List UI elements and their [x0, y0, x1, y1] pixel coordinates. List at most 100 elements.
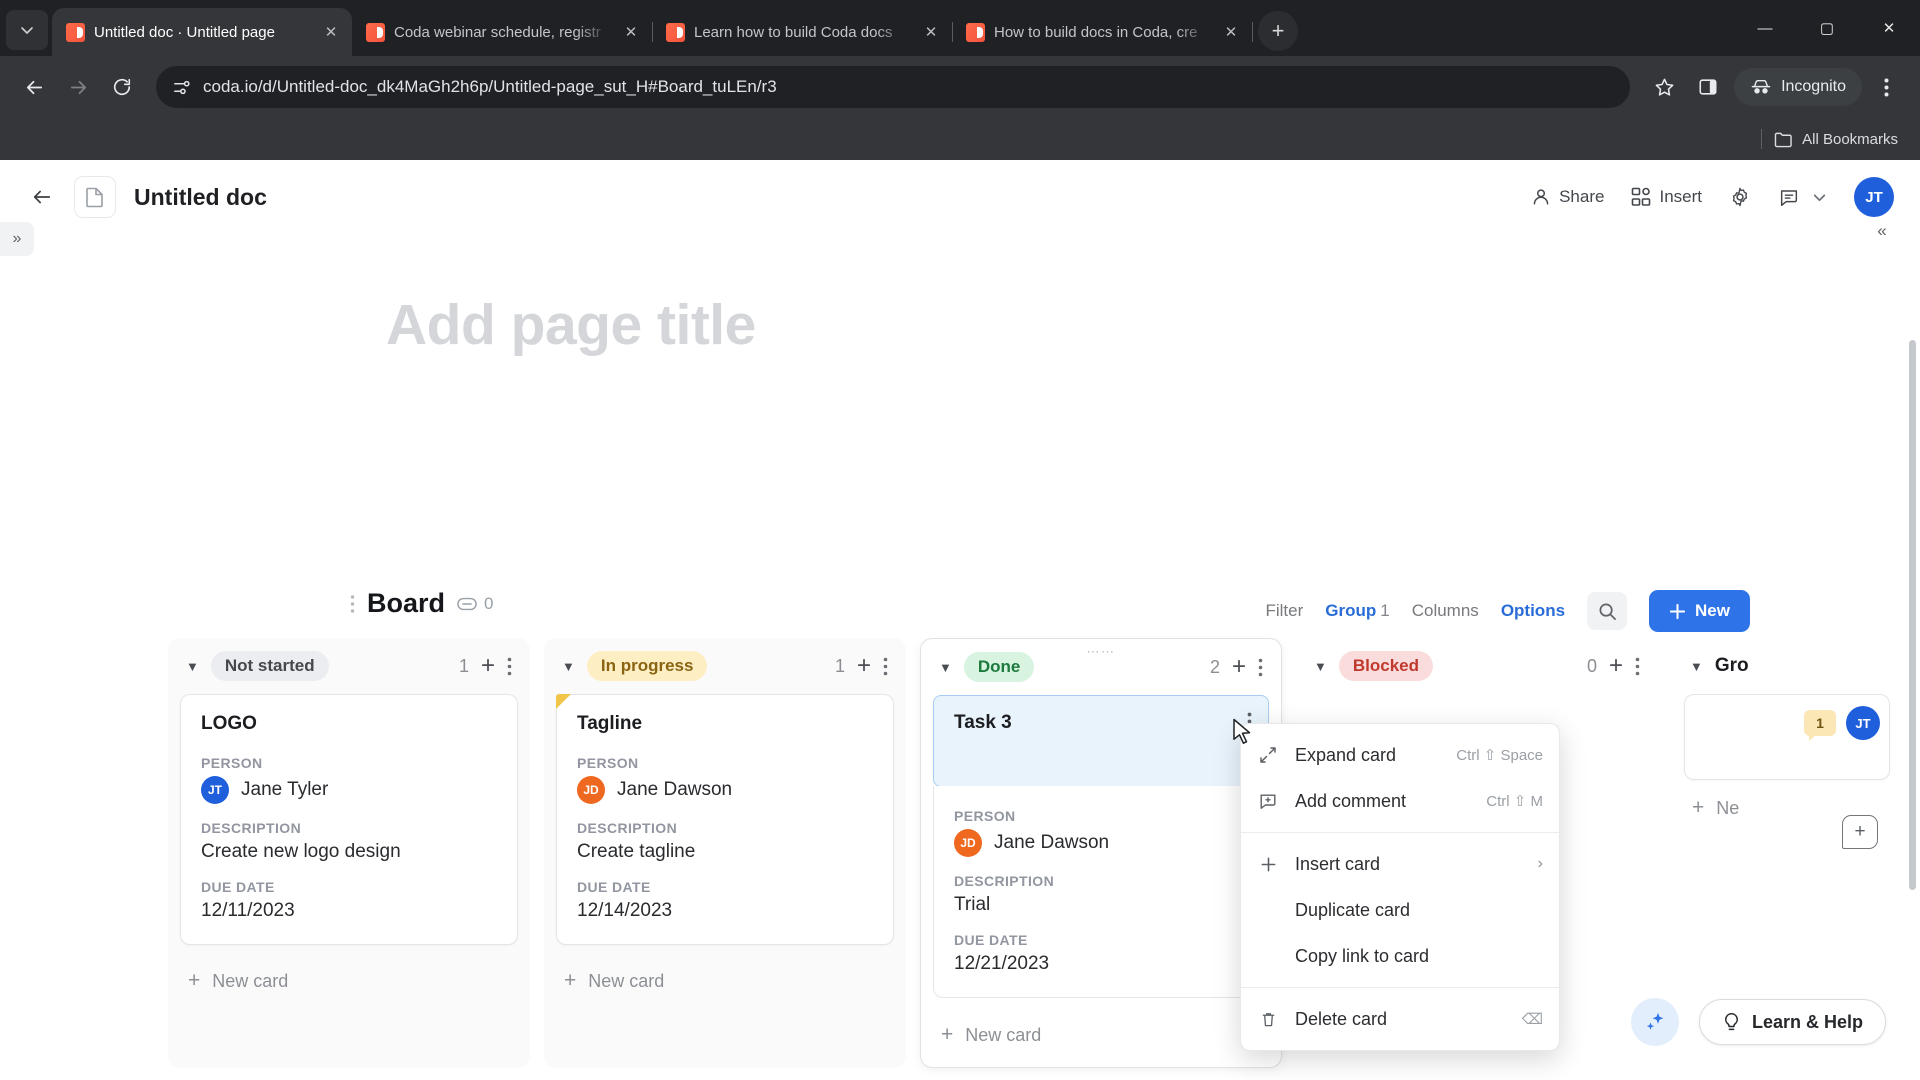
- column-add-card-icon[interactable]: +: [481, 654, 495, 678]
- column-add-card-icon[interactable]: +: [857, 654, 871, 678]
- new-row-button[interactable]: New: [1649, 590, 1750, 632]
- board-toolbar-left: Board 0: [350, 588, 493, 619]
- card-person-name: Jane Dawson: [994, 832, 1110, 853]
- comments-button[interactable]: [1768, 179, 1837, 215]
- kanban-column-in-progress: ▼ In progress 1 + Tagline PERSON JD Jane…: [544, 638, 906, 1068]
- context-menu-label: Delete card: [1295, 1008, 1388, 1029]
- browser-tab-4[interactable]: How to build docs in Coda, cre ✕: [952, 8, 1253, 56]
- coda-app: Untitled doc Share Insert JT » « Add pag…: [0, 160, 1920, 1080]
- share-button[interactable]: Share: [1521, 180, 1614, 214]
- new-card-button[interactable]: + New card: [556, 953, 894, 1013]
- collapse-caret-icon[interactable]: ▼: [939, 660, 952, 675]
- insert-button[interactable]: Insert: [1621, 180, 1712, 214]
- column-add-card-icon[interactable]: +: [1609, 654, 1623, 678]
- collapse-caret-icon[interactable]: ▼: [562, 659, 575, 674]
- browser-tab-2[interactable]: Coda webinar schedule, registr ✕: [352, 8, 653, 56]
- context-menu-item-duplicate-card[interactable]: Duplicate card: [1241, 887, 1559, 933]
- board-drag-handle-icon[interactable]: [350, 594, 355, 614]
- side-panel-icon[interactable]: [1688, 67, 1728, 107]
- context-menu-item-expand-card[interactable]: Expand card Ctrl ⇧ Space: [1241, 732, 1559, 778]
- back-button[interactable]: [14, 67, 54, 107]
- card-corner-flag-icon: [556, 694, 571, 709]
- column-menu-icon[interactable]: [883, 657, 888, 676]
- new-card-label: New card: [212, 970, 289, 991]
- context-menu-item-add-comment[interactable]: Add comment Ctrl ⇧ M: [1241, 778, 1559, 824]
- doc-page-icon[interactable]: [74, 176, 116, 218]
- chevron-down-icon[interactable]: [1812, 190, 1827, 205]
- minimize-button[interactable]: —: [1734, 0, 1796, 56]
- card-person-avatar: JD: [954, 829, 982, 857]
- kanban-card-detail[interactable]: PERSON JD Jane Dawson DESCRIPTION Trial …: [933, 786, 1269, 998]
- column-status-chip: Blocked: [1338, 651, 1434, 681]
- forward-button[interactable]: [58, 67, 98, 107]
- close-tab-icon[interactable]: ✕: [620, 21, 642, 43]
- browser-tab-1[interactable]: Untitled doc · Untitled page ✕: [52, 8, 352, 56]
- browser-tab-3[interactable]: Learn how to build Coda docs ✕: [652, 8, 953, 56]
- card-description: Create new logo design: [201, 841, 401, 862]
- tab-title: Learn how to build Coda docs: [694, 23, 893, 41]
- ai-assistant-button[interactable]: [1630, 998, 1679, 1046]
- kanban-card[interactable]: Tagline PERSON JD Jane Dawson DESCRIPTIO…: [556, 694, 894, 945]
- collapse-panel-button[interactable]: «: [1866, 215, 1898, 247]
- site-settings-icon[interactable]: [172, 78, 191, 97]
- page-title-placeholder[interactable]: Add page title: [386, 292, 756, 358]
- context-menu-item-insert-card[interactable]: Insert card ›: [1241, 841, 1559, 887]
- bookmark-star-icon[interactable]: [1644, 67, 1684, 107]
- reload-button[interactable]: [102, 67, 142, 107]
- collapse-caret-icon[interactable]: ▼: [1690, 659, 1703, 674]
- close-window-button[interactable]: ✕: [1858, 0, 1920, 56]
- settings-button[interactable]: [1719, 179, 1761, 215]
- column-status-chip: Done: [963, 652, 1035, 682]
- tab-search-button[interactable]: [6, 10, 48, 50]
- new-tab-button[interactable]: +: [1258, 11, 1298, 51]
- board-name[interactable]: Board: [367, 588, 445, 619]
- group-label: Group: [1325, 601, 1377, 620]
- group-button[interactable]: Group 1: [1325, 601, 1389, 621]
- vertical-scrollbar-thumb[interactable]: [1909, 340, 1916, 890]
- incognito-indicator[interactable]: Incognito: [1734, 68, 1862, 106]
- context-menu-item-delete-card[interactable]: Delete card ⌫: [1241, 996, 1559, 1042]
- kanban-card[interactable]: LOGO PERSON JT Jane Tyler DESCRIPTION Cr…: [180, 694, 518, 945]
- browser-toolbar: coda.io/d/Untitled-doc_dk4MaGh2h6p/Untit…: [0, 56, 1920, 118]
- doc-back-arrow-icon[interactable]: [22, 177, 62, 217]
- all-bookmarks-button[interactable]: All Bookmarks: [1774, 131, 1898, 148]
- context-menu-label: Expand card: [1295, 744, 1397, 765]
- columns-button[interactable]: Columns: [1412, 601, 1479, 621]
- address-bar[interactable]: coda.io/d/Untitled-doc_dk4MaGh2h6p/Untit…: [156, 66, 1631, 108]
- close-tab-icon[interactable]: ✕: [1220, 21, 1242, 43]
- context-menu-item-copy-link-to-card[interactable]: Copy link to card: [1241, 933, 1559, 979]
- column-drag-grip-icon[interactable]: ⋯⋯: [1087, 644, 1116, 660]
- doc-header: Untitled doc Share Insert JT: [0, 160, 1920, 234]
- user-avatar[interactable]: JT: [1854, 177, 1894, 217]
- new-card-button[interactable]: + New card: [933, 1007, 1269, 1067]
- add-comment-fab[interactable]: +: [1842, 815, 1878, 849]
- chrome-menu-icon[interactable]: [1866, 67, 1906, 107]
- column-menu-icon[interactable]: [1635, 657, 1640, 676]
- column-menu-icon[interactable]: [507, 657, 512, 676]
- filter-button[interactable]: Filter: [1265, 601, 1303, 621]
- new-card-label: New card: [965, 1024, 1042, 1045]
- close-tab-icon[interactable]: ✕: [320, 21, 342, 43]
- expand-sidebar-button[interactable]: »: [0, 222, 34, 256]
- column-count: 1: [458, 655, 469, 676]
- search-button[interactable]: [1587, 592, 1628, 630]
- column-add-card-icon[interactable]: +: [1232, 655, 1246, 679]
- close-tab-icon[interactable]: ✕: [920, 21, 942, 43]
- gear-icon: [1729, 186, 1751, 208]
- card-person-name: Jane Dawson: [617, 779, 733, 800]
- maximize-button[interactable]: ▢: [1796, 0, 1858, 56]
- card-person-avatar: JT: [201, 776, 229, 804]
- card-description: Trial: [954, 894, 991, 915]
- doc-title[interactable]: Untitled doc: [134, 184, 267, 211]
- kanban-card-selected[interactable]: Task 3: [933, 695, 1269, 787]
- board-link-count[interactable]: 0: [457, 594, 493, 614]
- collapse-caret-icon[interactable]: ▼: [1314, 659, 1327, 674]
- collapse-caret-icon[interactable]: ▼: [186, 659, 199, 674]
- plus-icon: +: [564, 969, 577, 992]
- learn-and-help-button[interactable]: Learn & Help: [1698, 999, 1886, 1045]
- card-title: LOGO: [201, 713, 257, 734]
- presence-avatar[interactable]: JT: [1846, 706, 1880, 740]
- column-menu-icon[interactable]: [1258, 658, 1263, 677]
- new-card-button[interactable]: + New card: [180, 953, 518, 1013]
- options-button[interactable]: Options: [1501, 601, 1565, 621]
